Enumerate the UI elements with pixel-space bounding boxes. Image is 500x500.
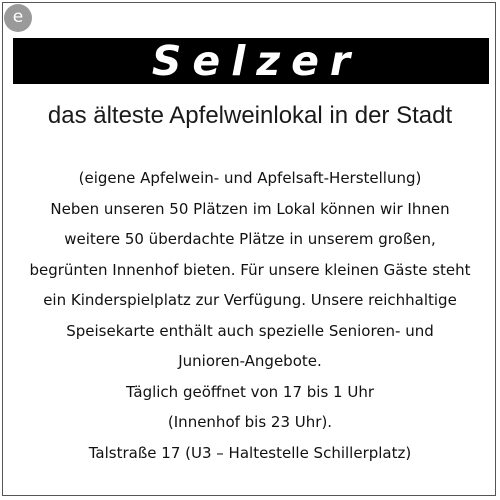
restaurant-name: Selzer	[151, 37, 362, 85]
opening-hours: Täglich geöffnet von 17 bis 1 Uhr	[125, 382, 375, 401]
description-line: begrünten Innenhof bieten. Für unsere kl…	[29, 260, 471, 279]
description-line: ein Kinderspielplatz zur Verfügung. Unse…	[43, 291, 457, 309]
courtyard-hours: (Innenhof bis 23 Uhr).	[167, 413, 333, 431]
tagline: das älteste Apfelweinlokal in der Stadt	[47, 102, 453, 129]
description-line: Neben unseren 50 Plätzen im Lokal können…	[50, 199, 450, 218]
title-banner: Selzer	[13, 38, 489, 84]
description-line: (eigene Apfelwein- und Apfelsaft-Herstel…	[78, 169, 422, 187]
description-line: Junioren-Angebote.	[178, 352, 322, 370]
description: (eigene Apfelwein- und Apfelsaft-Herstel…	[0, 163, 500, 468]
description-line: Speisekarte enthält auch spezielle Senio…	[66, 321, 434, 340]
address: Talstraße 17 (U3 – Haltestelle Schillerp…	[88, 443, 412, 462]
item-letter-badge: e	[4, 4, 32, 32]
description-line: weitere 50 überdachte Plätze in unserem …	[64, 230, 436, 248]
